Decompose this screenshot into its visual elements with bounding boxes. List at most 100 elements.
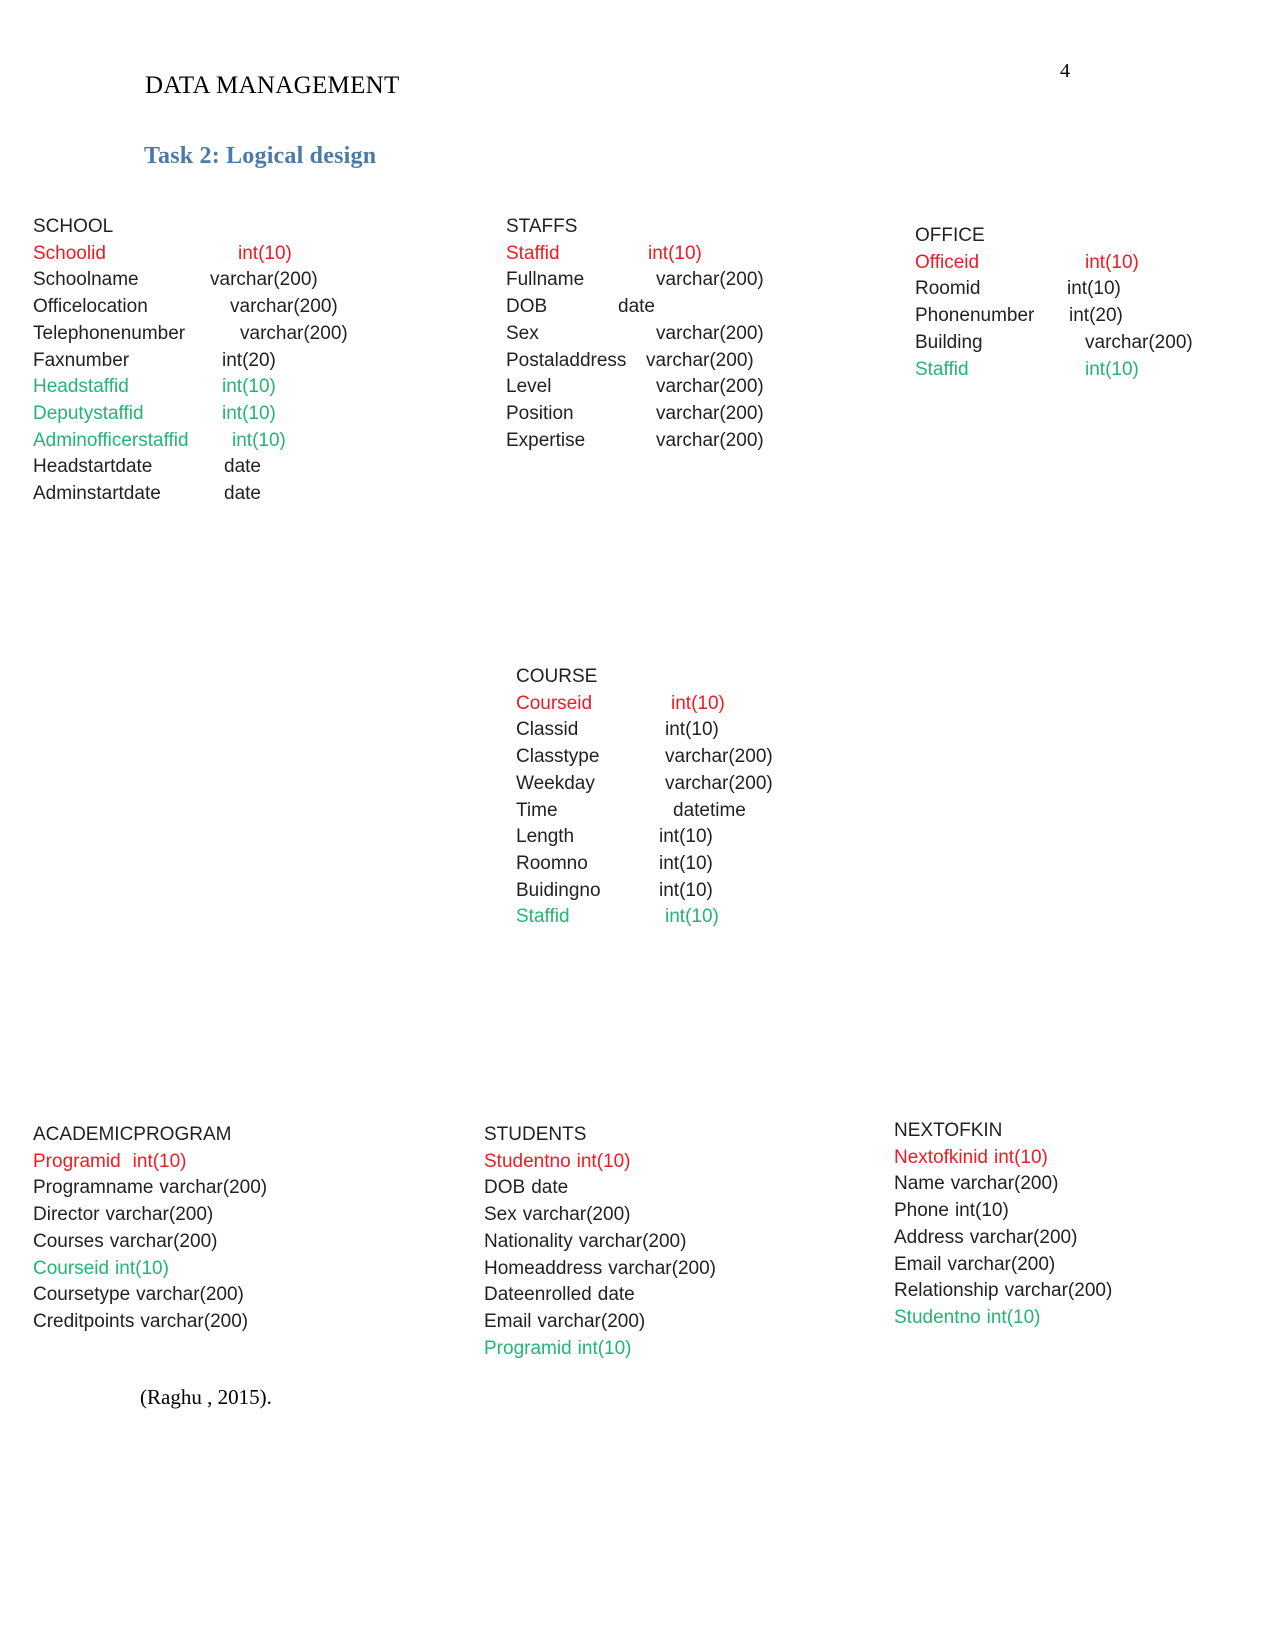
entity-name: ACADEMICPROGRAM — [33, 1124, 232, 1145]
field-type: varchar(200) — [159, 1177, 268, 1199]
field-name: Courseid — [516, 692, 593, 714]
field-name: Adminstartdate — [33, 483, 161, 505]
section-heading-task2: Task 2: Logical design — [144, 143, 377, 169]
document-title: DATA MANAGEMENT — [145, 72, 400, 99]
field-name: Programname — [33, 1177, 154, 1199]
field-name: Length — [516, 826, 575, 848]
field-type: varchar(200) — [210, 269, 318, 291]
field-type: date — [531, 1177, 569, 1199]
field-name: Courses — [33, 1230, 104, 1252]
entity-field-row: Programid int(10) — [484, 1336, 716, 1363]
field-type: int(10) — [115, 1257, 169, 1279]
field-type: varchar(200) — [950, 1173, 1059, 1195]
field-name: Name — [894, 1173, 945, 1195]
field-type: int(10) — [994, 1146, 1048, 1168]
field-type: int(10) — [238, 242, 292, 264]
field-type: int(10) — [665, 719, 719, 741]
page-number: 4 — [1060, 60, 1070, 82]
entity-field-row: Nextofkinid int(10) — [894, 1145, 1112, 1172]
field-name: Staffid — [915, 358, 969, 380]
field-name: Officeid — [915, 251, 980, 273]
field-type: varchar(200) — [136, 1284, 244, 1306]
field-name: Programid — [484, 1337, 572, 1359]
field-type: int(10) — [671, 692, 725, 714]
field-name: Fullname — [506, 269, 585, 291]
entity-field-row: Officeid int(10) — [915, 250, 1193, 277]
entity-field-row: Postaladdress varchar(200) — [506, 348, 764, 375]
entity-block-staffs: STAFFS Staffid int(10) Fullname varchar(200)… — [506, 214, 764, 454]
entity-field-row: Expertise varchar(200) — [506, 428, 764, 455]
field-name: Adminofficerstaffid — [33, 429, 189, 451]
entity-field-row: Headstaffid int(10) — [33, 374, 348, 401]
citation-text: (Raghu , 2015). — [140, 1385, 272, 1409]
field-name: Homeaddress — [484, 1257, 603, 1279]
field-name: Postaladdress — [506, 349, 627, 371]
entity-field-row: Courseid int(10) — [516, 691, 773, 718]
field-type: varchar(200) — [1085, 331, 1193, 353]
entity-name: COURSE — [516, 666, 598, 687]
entity-field-row: Nationality varchar(200) — [484, 1229, 716, 1256]
field-name: Deputystaffid — [33, 402, 144, 424]
field-name: Nextofkinid — [894, 1146, 988, 1168]
field-type: int(10) — [659, 879, 713, 901]
field-name: Staffid — [516, 906, 570, 928]
field-name: Position — [506, 402, 574, 424]
entity-field-row: Sex varchar(200) — [506, 321, 764, 348]
entity-field-row: Classtype varchar(200) — [516, 744, 773, 771]
field-type: varchar(200) — [665, 746, 773, 768]
field-name: Level — [506, 376, 552, 398]
field-type: int(10) — [665, 906, 719, 928]
entity-field-row: Deputystaffid int(10) — [33, 401, 348, 428]
entity-field-row: Schoolname varchar(200) — [33, 267, 348, 294]
field-name: DOB — [484, 1177, 526, 1199]
entity-field-row: Sex varchar(200) — [484, 1202, 716, 1229]
entity-field-row: Staffid int(10) — [516, 904, 773, 931]
entity-field-row: Studentno int(10) — [894, 1305, 1112, 1332]
field-type: int(10) — [132, 1150, 187, 1172]
field-name: Building — [915, 331, 983, 353]
entity-field-row: Programname varchar(200) — [33, 1175, 267, 1202]
field-type: varchar(200) — [608, 1257, 716, 1279]
field-name: Sex — [484, 1204, 517, 1226]
field-name: Time — [516, 799, 558, 821]
field-name: Programid — [33, 1150, 121, 1172]
entity-field-row: Relationship varchar(200) — [894, 1278, 1112, 1305]
field-name: Email — [484, 1310, 532, 1332]
entity-field-row: Fullname varchar(200) — [506, 267, 764, 294]
entity-name: SCHOOL — [33, 216, 114, 237]
field-name: Buidingno — [516, 879, 601, 901]
field-name: Creditpoints — [33, 1310, 135, 1332]
entity-field-row: Time datetime — [516, 798, 773, 825]
field-name: Headstartdate — [33, 456, 153, 478]
field-type: int(10) — [1085, 251, 1139, 273]
entity-field-row: Weekday varchar(200) — [516, 771, 773, 798]
entity-field-row: Length int(10) — [516, 824, 773, 851]
field-name: Relationship — [894, 1280, 999, 1302]
entity-field-row: Position varchar(200) — [506, 401, 764, 428]
field-name: Classid — [516, 719, 579, 741]
entity-field-row: Officelocation varchar(200) — [33, 294, 348, 321]
entity-field-row: Phone int(10) — [894, 1198, 1112, 1225]
field-name: Director — [33, 1204, 100, 1226]
field-type: varchar(200) — [969, 1226, 1078, 1248]
field-type: varchar(200) — [656, 269, 764, 291]
field-name: Telephonenumber — [33, 322, 186, 344]
field-type: varchar(200) — [230, 296, 338, 318]
entity-block-school: SCHOOL Schoolid int(10) Schoolname varchar(2… — [33, 214, 348, 508]
entity-block-course: COURSE Courseid int(10) Classid int(10) Class… — [516, 664, 773, 931]
entity-block-students: STUDENTS Studentno int(10) DOB date Sex varcha… — [484, 1122, 716, 1362]
entity-field-row: Telephonenumber varchar(200) — [33, 321, 348, 348]
field-type: int(10) — [222, 402, 276, 424]
field-type: datetime — [673, 799, 746, 821]
entity-field-row: Adminstartdate date — [33, 481, 348, 508]
field-type: int(20) — [222, 349, 276, 371]
field-type: varchar(200) — [522, 1204, 631, 1226]
entity-field-row: Roomno int(10) — [516, 851, 773, 878]
field-type: int(10) — [1067, 278, 1121, 300]
field-name: Expertise — [506, 429, 586, 451]
field-name: Headstaffid — [33, 376, 129, 398]
field-type: varchar(200) — [537, 1310, 646, 1332]
entity-field-row: Creditpoints varchar(200) — [33, 1309, 267, 1336]
field-name: Schoolname — [33, 269, 139, 291]
field-type: int(10) — [648, 242, 702, 264]
